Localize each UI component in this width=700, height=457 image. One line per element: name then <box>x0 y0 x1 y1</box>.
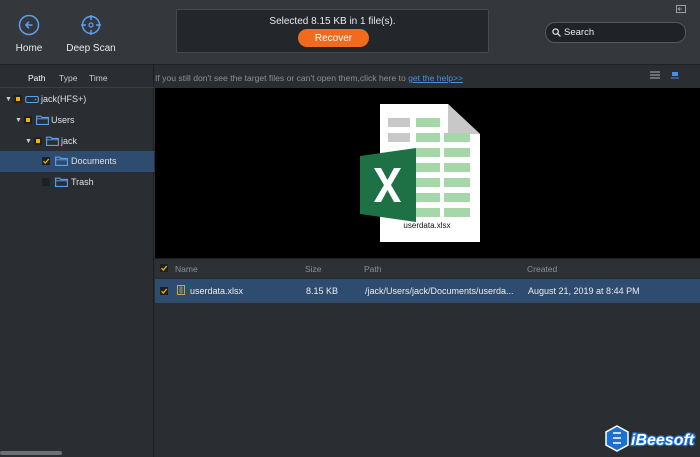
search-input[interactable] <box>564 27 684 38</box>
column-header-name[interactable]: Name <box>175 264 198 274</box>
deep-scan-label: Deep Scan <box>66 43 116 54</box>
tree-item-drive[interactable]: ▼ jack(HFS+) <box>0 89 154 110</box>
hint-text: If you still don't see the target files … <box>155 73 463 83</box>
help-link[interactable]: get the help>> <box>408 73 463 83</box>
tab-type[interactable]: Type <box>59 73 77 83</box>
select-all-checkbox[interactable] <box>160 264 168 272</box>
expand-arrow-icon[interactable]: ▼ <box>25 138 32 145</box>
file-path: /jack/Users/jack/Documents/userda... <box>365 286 514 296</box>
folder-icon <box>55 156 68 166</box>
preview-file-name: userdata.xlsx <box>403 221 451 230</box>
ibeesoft-logo: iBeesoft <box>605 425 696 452</box>
file-preview: userdata.xlsx <box>155 88 700 258</box>
tab-time[interactable]: Time <box>89 73 108 83</box>
deep-scan-button[interactable]: Deep Scan <box>62 14 120 54</box>
tree-item-label: jack(HFS+) <box>41 94 87 104</box>
sidebar: Path Type Time ▼ jack(HFS+) ▼ Users ▼ ja… <box>0 65 154 457</box>
tree-item-label: Users <box>51 115 75 125</box>
table-row[interactable]: userdata.xlsx 8.15 KB /jack/Users/jack/D… <box>155 279 700 303</box>
home-icon <box>18 14 40 36</box>
file-type-icon <box>177 285 185 295</box>
recover-button[interactable]: Recover <box>298 29 369 47</box>
column-header-created[interactable]: Created <box>527 264 557 274</box>
partial-checkbox[interactable] <box>14 95 22 103</box>
hint-message: If you still don't see the target files … <box>155 73 409 83</box>
tree-item-label: jack <box>61 136 78 146</box>
tree-item-trash[interactable]: Trash <box>0 172 154 193</box>
file-table-header: Name Size Path Created <box>155 258 700 277</box>
folder-icon <box>55 177 68 187</box>
tree-item-documents[interactable]: Documents <box>0 151 154 172</box>
home-button[interactable]: Home <box>12 14 46 54</box>
status-panel: Selected 8.15 KB in 1 file(s). Recover <box>176 9 489 53</box>
column-header-path[interactable]: Path <box>364 264 382 274</box>
partial-checkbox[interactable] <box>34 137 42 145</box>
folder-icon <box>36 115 49 125</box>
crosshair-icon <box>81 15 101 35</box>
tree-item-users[interactable]: ▼ Users <box>0 110 154 131</box>
expand-arrow-icon[interactable]: ▼ <box>5 96 12 103</box>
tab-path[interactable]: Path <box>24 73 49 88</box>
drive-icon <box>25 95 39 104</box>
list-view-icon[interactable] <box>649 70 661 80</box>
sidebar-divider <box>0 87 154 88</box>
file-created: August 21, 2019 at 8:44 PM <box>528 286 640 296</box>
file-size: 8.15 KB <box>306 286 339 296</box>
hint-bar: If you still don't see the target files … <box>155 65 700 88</box>
checked-checkbox[interactable] <box>42 157 50 165</box>
file-name: userdata.xlsx <box>190 286 244 296</box>
home-label: Home <box>15 43 43 54</box>
partial-checkbox[interactable] <box>24 116 32 124</box>
search-icon <box>552 28 561 37</box>
window-mode-icon[interactable] <box>676 5 686 13</box>
sidebar-scrollbar[interactable] <box>0 451 62 455</box>
column-header-size[interactable]: Size <box>305 264 322 274</box>
expand-arrow-icon[interactable]: ▼ <box>15 117 22 124</box>
unchecked-checkbox[interactable] <box>42 178 50 186</box>
tree-item-label: Documents <box>71 156 117 166</box>
toolbar: Home Deep Scan Selected 8.15 KB in 1 fil… <box>0 0 700 65</box>
folder-icon <box>46 136 59 146</box>
tree-item-jack[interactable]: ▼ jack <box>0 131 154 152</box>
search-box[interactable] <box>545 22 686 43</box>
preview-view-icon[interactable] <box>669 70 681 80</box>
selection-status: Selected 8.15 KB in 1 file(s). <box>269 16 396 27</box>
row-checkbox[interactable] <box>160 287 168 295</box>
svg-text:iBeesoft: iBeesoft <box>631 432 695 449</box>
tree-item-label: Trash <box>71 177 94 187</box>
